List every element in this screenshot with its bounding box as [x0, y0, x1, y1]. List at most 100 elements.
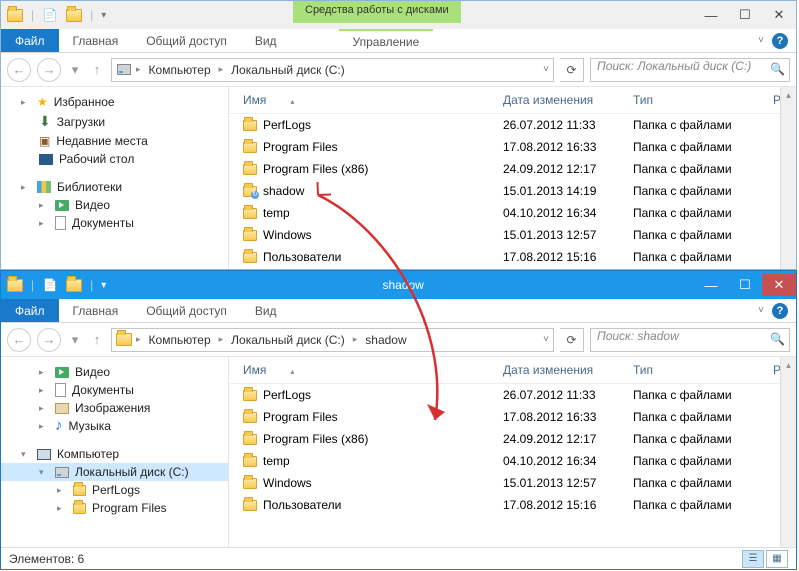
col-name[interactable]: Имя▴	[239, 91, 499, 109]
open-folder-icon[interactable]	[66, 7, 82, 23]
table-row[interactable]: Пользователи17.08.2012 15:16Папка с файл…	[229, 494, 796, 516]
minimize-button[interactable]: —	[694, 274, 728, 296]
cell-type: Папка с файлами	[629, 160, 769, 178]
table-row[interactable]: Program Files17.08.2012 16:33Папка с фай…	[229, 136, 796, 158]
table-row[interactable]: Program Files (x86)24.09.2012 12:17Папка…	[229, 158, 796, 180]
col-type[interactable]: Тип	[629, 361, 769, 379]
maximize-button[interactable]: ☐	[728, 4, 762, 26]
properties-icon[interactable]: 📄	[42, 277, 58, 293]
crumb-shadow[interactable]: shadow	[361, 331, 410, 349]
close-button[interactable]: ✕	[762, 274, 796, 296]
col-date[interactable]: Дата изменения	[499, 361, 629, 379]
cell-date: 15.01.2013 12:57	[499, 226, 629, 244]
tab-file[interactable]: Файл	[1, 299, 59, 322]
crumb-drive[interactable]: Локальный диск (C:)	[227, 61, 349, 79]
refresh-button[interactable]: ⟳	[560, 58, 584, 82]
tab-view[interactable]: Вид	[241, 29, 291, 52]
nav-desktop[interactable]: Рабочий стол	[1, 150, 228, 168]
table-row[interactable]: Windows15.01.2013 12:57Папка с файлами	[229, 224, 796, 246]
col-name[interactable]: Имя▴	[239, 361, 499, 379]
forward-button[interactable]: →	[37, 58, 61, 82]
chevron-right-icon[interactable]: ▸	[217, 64, 226, 75]
tab-manage[interactable]: Управление	[339, 29, 434, 52]
address-dropdown-icon[interactable]: ˅	[543, 334, 549, 345]
view-icons-button[interactable]: ▦	[766, 550, 788, 568]
nav-documents[interactable]: ▸Документы	[1, 381, 228, 399]
nav-libraries[interactable]: ▸Библиотеки	[1, 178, 228, 196]
tab-share[interactable]: Общий доступ	[132, 299, 241, 322]
back-button[interactable]: ←	[7, 58, 31, 82]
drive-icon	[116, 62, 132, 78]
table-row[interactable]: Пользователи17.08.2012 15:16Папка с файл…	[229, 246, 796, 268]
scroll-up-icon[interactable]: ▴	[781, 357, 796, 373]
open-folder-icon[interactable]	[66, 277, 82, 293]
tab-share[interactable]: Общий доступ	[132, 29, 241, 52]
qat-dropdown-icon[interactable]: ▾	[101, 280, 106, 291]
nav-documents[interactable]: ▸Документы	[1, 214, 228, 232]
up-button[interactable]: ↑	[89, 330, 105, 350]
search-input[interactable]: Поиск: Локальный диск (С:)🔍	[590, 58, 790, 82]
titlebar[interactable]: | 📄 | ▾ Средства работы с дисками Локаль…	[1, 1, 796, 29]
nav-label: Изображения	[75, 401, 150, 415]
help-icon[interactable]: ?	[772, 33, 788, 49]
nav-music[interactable]: ▸♪Музыка	[1, 417, 228, 435]
ribbon-collapse-icon[interactable]: ˅	[758, 35, 764, 46]
forward-button[interactable]: →	[37, 328, 61, 352]
chevron-right-icon[interactable]: ▸	[217, 334, 226, 345]
nav-videos[interactable]: ▸Видео	[1, 363, 228, 381]
address-dropdown-icon[interactable]: ˅	[543, 64, 549, 75]
minimize-button[interactable]: —	[694, 4, 728, 26]
qat-dropdown-icon[interactable]: ▾	[101, 10, 106, 21]
search-input[interactable]: Поиск: shadow🔍	[590, 328, 790, 352]
tab-home[interactable]: Главная	[59, 299, 133, 322]
back-button[interactable]: ←	[7, 328, 31, 352]
table-row[interactable]: PerfLogs26.07.2012 11:33Папка с файлами	[229, 384, 796, 406]
col-type[interactable]: Тип	[629, 91, 769, 109]
nav-videos[interactable]: ▸Видео	[1, 196, 228, 214]
breadcrumb[interactable]: ▸ Компьютер ▸ Локальный диск (C:) ▸ shad…	[111, 328, 554, 352]
table-row[interactable]: ↻shadow15.01.2013 14:19Папка с файлами	[229, 180, 796, 202]
tab-view[interactable]: Вид	[241, 299, 291, 322]
table-row[interactable]: Windows15.01.2013 12:57Папка с файлами	[229, 472, 796, 494]
nav-folder[interactable]: ▸Program Files	[1, 499, 228, 517]
breadcrumb[interactable]: ▸ Компьютер ▸ Локальный диск (C:) ˅	[111, 58, 554, 82]
chevron-right-icon[interactable]: ▸	[134, 334, 143, 345]
maximize-button[interactable]: ☐	[728, 274, 762, 296]
crumb-computer[interactable]: Компьютер	[145, 331, 215, 349]
view-details-button[interactable]: ☰	[742, 550, 764, 568]
crumb-drive[interactable]: Локальный диск (C:)	[227, 331, 349, 349]
table-row[interactable]: temp04.10.2012 16:34Папка с файлами	[229, 450, 796, 472]
nav-drive-c[interactable]: ▾Локальный диск (C:)	[1, 463, 228, 481]
cell-type: Папка с файлами	[629, 116, 769, 134]
chevron-right-icon[interactable]: ▸	[351, 334, 360, 345]
nav-folder[interactable]: ▸PerfLogs	[1, 481, 228, 499]
history-dropdown-icon[interactable]: ▾	[67, 60, 83, 80]
col-date[interactable]: Дата изменения	[499, 91, 629, 109]
ribbon-collapse-icon[interactable]: ˅	[758, 305, 764, 316]
table-row[interactable]: Program Files (x86)24.09.2012 12:17Папка…	[229, 428, 796, 450]
scrollbar[interactable]: ▴	[780, 357, 796, 547]
nav-computer[interactable]: ▾Компьютер	[1, 445, 228, 463]
up-button[interactable]: ↑	[89, 60, 105, 80]
nav-downloads[interactable]: ⬇Загрузки	[1, 111, 228, 132]
properties-icon[interactable]: 📄	[42, 7, 58, 23]
close-button[interactable]: ✕	[762, 4, 796, 26]
chevron-right-icon[interactable]: ▸	[134, 64, 143, 75]
refresh-button[interactable]: ⟳	[560, 328, 584, 352]
table-row[interactable]: temp04.10.2012 16:34Папка с файлами	[229, 202, 796, 224]
table-row[interactable]: Program Files17.08.2012 16:33Папка с фай…	[229, 406, 796, 428]
cell-date: 04.10.2012 16:34	[499, 452, 629, 470]
nav-favorites[interactable]: ▸★Избранное	[1, 93, 228, 111]
nav-pictures[interactable]: ▸Изображения	[1, 399, 228, 417]
table-row[interactable]: PerfLogs26.07.2012 11:33Папка с файлами	[229, 114, 796, 136]
scroll-up-icon[interactable]: ▴	[781, 87, 796, 103]
nav-recent[interactable]: ▣Недавние места	[1, 132, 228, 150]
scrollbar[interactable]: ▴	[780, 87, 796, 269]
tab-home[interactable]: Главная	[59, 29, 133, 52]
titlebar[interactable]: | 📄 | ▾ shadow — ☐ ✕	[1, 271, 796, 299]
tab-file[interactable]: Файл	[1, 29, 59, 52]
crumb-computer[interactable]: Компьютер	[145, 61, 215, 79]
history-dropdown-icon[interactable]: ▾	[67, 330, 83, 350]
help-icon[interactable]: ?	[772, 303, 788, 319]
cell-name: Пользователи	[239, 496, 499, 514]
